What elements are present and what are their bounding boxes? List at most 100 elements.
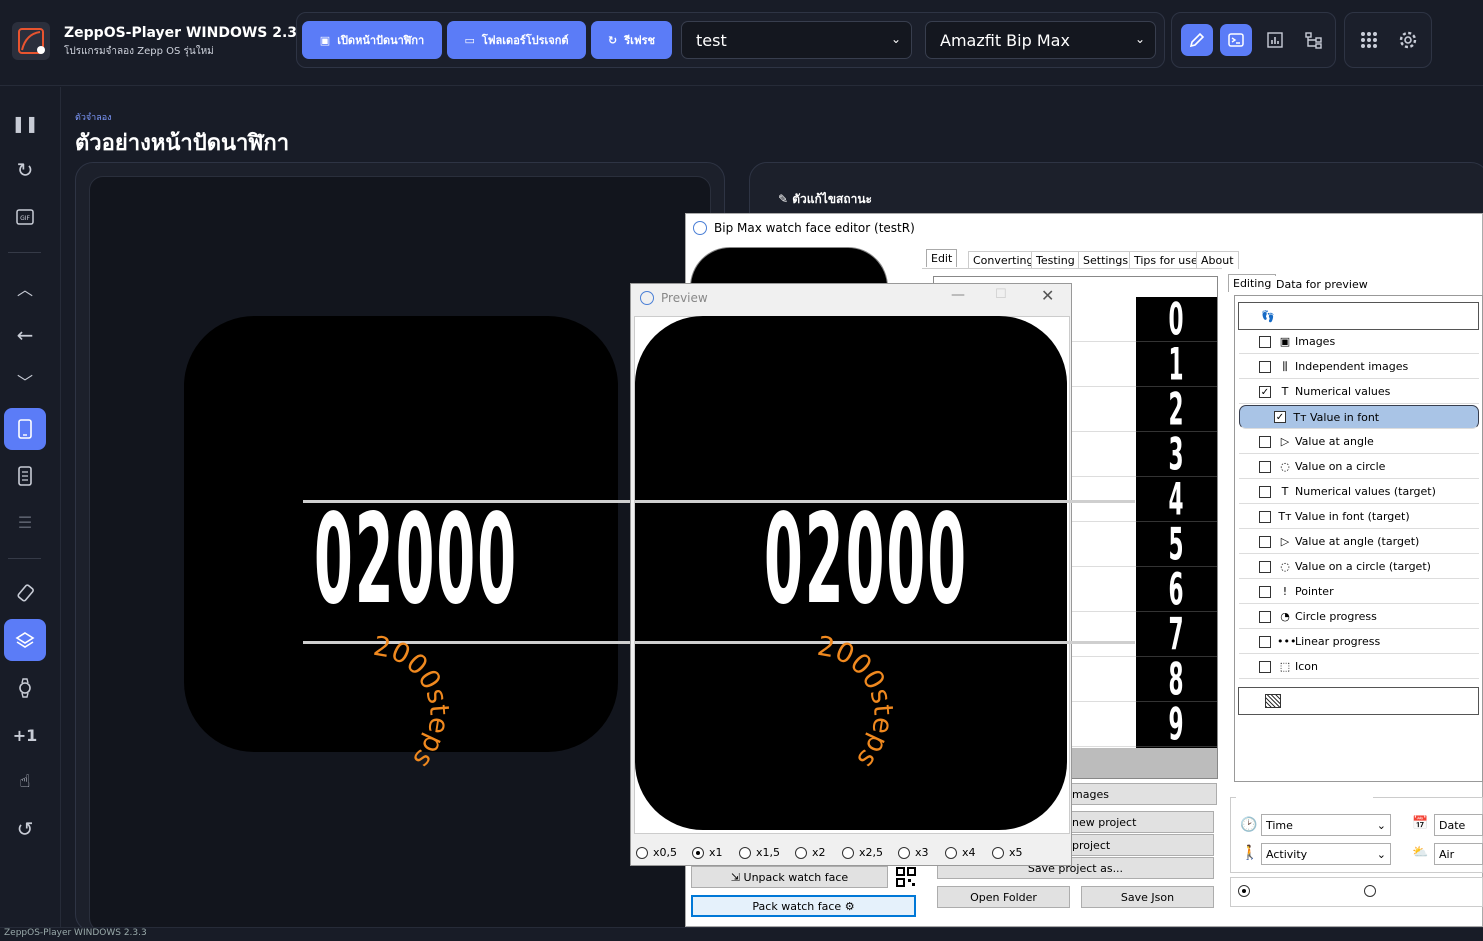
edit-pencil-button[interactable] [1181, 24, 1213, 56]
tree-item-checkbox[interactable] [1259, 610, 1271, 623]
digit-image-cell[interactable]: 2 [1136, 382, 1217, 436]
sliders-button[interactable]: ☰ [4, 501, 46, 543]
tree-item-checkbox[interactable] [1259, 660, 1271, 673]
tree-item[interactable]: ✓ T Numerical values [1239, 380, 1479, 404]
digit-image-cell[interactable]: 1 [1136, 337, 1217, 391]
restart-button[interactable]: ↻ [4, 149, 46, 191]
tree-item-checkbox[interactable] [1259, 360, 1271, 373]
tree-item-checkbox[interactable]: ✓ [1259, 385, 1271, 398]
swipe-down-button[interactable]: ﹀ [4, 360, 46, 402]
digit-image-cell[interactable]: 4 [1136, 472, 1217, 526]
tree-item[interactable]: ◔ Circle progress [1239, 605, 1479, 629]
scale-radio[interactable]: x1,5 [739, 846, 780, 859]
project-folder-button[interactable]: ▭ โฟลเดอร์โปรเจกต์ [447, 21, 586, 59]
activity-select[interactable]: Activity ⌄ [1261, 843, 1391, 865]
tree-item[interactable]: ••• Linear progress [1239, 630, 1479, 654]
refresh-button[interactable]: ↻ รีเฟรช [591, 21, 672, 59]
tab-editing[interactable]: Editing [1228, 274, 1277, 292]
tree-item-checkbox[interactable] [1259, 485, 1271, 498]
date-select[interactable]: Date [1434, 814, 1483, 836]
delete-icon[interactable]: 🗑 [1453, 309, 1470, 324]
tree-item-checkbox[interactable] [1259, 510, 1271, 523]
tab-testing[interactable]: Testing [1031, 251, 1080, 269]
unpack-watchface-button[interactable]: ⇲ Unpack watch face [691, 866, 888, 888]
gif-button[interactable]: GIF [4, 196, 46, 238]
stats-button[interactable] [1259, 24, 1291, 56]
table-row[interactable] [1068, 522, 1136, 567]
table-row[interactable] [1068, 702, 1136, 747]
tree-item-checkbox[interactable] [1259, 335, 1271, 348]
pause-button[interactable]: ❚❚ [4, 102, 46, 144]
eye-icon[interactable]: ◉ [1434, 307, 1448, 326]
images-button[interactable]: mages [1068, 783, 1217, 805]
tab-settings[interactable]: Settings [1078, 251, 1134, 269]
table-row[interactable] [1068, 387, 1136, 432]
back-button[interactable]: ← [4, 314, 46, 356]
tree-item[interactable]: ✓ Tт Value in font [1239, 405, 1479, 429]
scale-radio[interactable]: x1 [692, 846, 723, 859]
settings-button[interactable] [1392, 24, 1424, 56]
aod-view-button[interactable] [4, 455, 46, 497]
qr-code-icon[interactable] [896, 867, 916, 887]
table-row[interactable] [1068, 342, 1136, 387]
project-select[interactable]: test ⌄ [681, 21, 912, 59]
tree-item[interactable]: Tт Value in font (target) [1239, 505, 1479, 529]
close-icon[interactable]: ✕ [1041, 286, 1054, 305]
tree-item-checkbox[interactable] [1259, 535, 1271, 548]
tab-tips[interactable]: Tips for use [1129, 251, 1203, 269]
tree-background[interactable]: Background ◉ [1238, 687, 1479, 715]
tab-edit[interactable]: Edit [926, 249, 958, 267]
scale-radio[interactable]: x3 [898, 846, 929, 859]
tree-item-checkbox[interactable]: ✓ [1274, 411, 1286, 423]
scale-radio[interactable]: x2 [795, 846, 826, 859]
pack-watchface-button[interactable]: Pack watch face ⚙ [691, 895, 916, 917]
open-folder-button[interactable]: Open Folder [937, 886, 1070, 908]
device-select[interactable]: Amazfit Bip Max ⌄ [925, 21, 1156, 59]
air-select[interactable]: Air [1434, 843, 1483, 865]
save-json-button[interactable]: Save Json [1081, 886, 1214, 908]
table-row[interactable] [1068, 297, 1136, 342]
time-select[interactable]: Time ⌄ [1261, 814, 1391, 836]
aod-radio[interactable]: AOD [1364, 884, 1405, 897]
digit-image-cell[interactable]: 7 [1136, 607, 1217, 661]
touch-button[interactable]: ☝ [4, 760, 46, 802]
tree-item[interactable]: ▣ Images [1239, 330, 1479, 354]
digit-image-cell[interactable]: 0 [1136, 292, 1217, 346]
tree-view-button[interactable] [1298, 24, 1330, 56]
open-project-button[interactable]: project [1068, 834, 1214, 856]
tree-item[interactable]: ◌ Value on a circle (target) [1239, 555, 1479, 579]
tree-item-checkbox[interactable] [1259, 560, 1271, 573]
tree-item[interactable]: T Numerical values (target) [1239, 480, 1479, 504]
tree-item[interactable]: ◌ Value on a circle [1239, 455, 1479, 479]
open-watchface-button[interactable]: ▣ เปิดหน้าปัดนาฬิกา [302, 21, 442, 59]
scale-radio[interactable]: x2,5 [842, 846, 883, 859]
tab-data-preview[interactable]: Data for preview [1272, 276, 1372, 293]
apps-grid-button[interactable] [1353, 24, 1385, 56]
console-button[interactable] [1220, 24, 1252, 56]
table-row[interactable] [1068, 612, 1136, 657]
digit-image-cell[interactable]: 5 [1136, 517, 1217, 571]
table-row[interactable] [1068, 432, 1136, 477]
scale-radio[interactable]: x0,5 [636, 846, 677, 859]
digit-image-cell[interactable]: 3 [1136, 427, 1217, 481]
tree-item[interactable]: ⬚ Icon [1239, 655, 1479, 679]
new-project-button[interactable]: new project [1068, 811, 1214, 833]
watch-button[interactable] [4, 667, 46, 709]
tree-item-checkbox[interactable] [1259, 635, 1271, 648]
tree-item-checkbox[interactable] [1259, 460, 1271, 473]
tree-item[interactable]: ! Pointer [1239, 580, 1479, 604]
swipe-up-button[interactable]: ︿ [4, 267, 46, 309]
tab-about[interactable]: About [1196, 251, 1239, 269]
tree-group-steps[interactable]: ∨ 👣 Steps ◉ 🗑 [1238, 302, 1479, 330]
eye-icon[interactable]: ◉ [1434, 692, 1448, 711]
digit-image-cell[interactable]: 8 [1136, 652, 1217, 706]
digit-image-cell[interactable]: 9 [1136, 697, 1217, 751]
device-view-button[interactable] [4, 408, 46, 450]
tree-item[interactable]: ▷ Value at angle (target) [1239, 530, 1479, 554]
rotate-button[interactable] [4, 572, 46, 614]
reset-button[interactable]: ↺ [4, 808, 46, 850]
scale-radio[interactable]: x5 [992, 846, 1023, 859]
maximize-icon[interactable]: ☐ [995, 287, 1007, 302]
main-screen-radio[interactable]: Main screen [1238, 884, 1321, 897]
tree-item[interactable]: ⫼ Independent images [1239, 355, 1479, 379]
